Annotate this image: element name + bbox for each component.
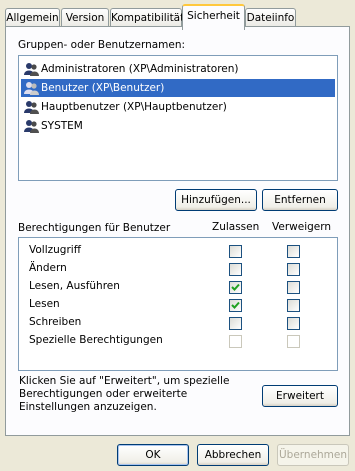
allow-checkbox[interactable] (229, 281, 242, 294)
user-item-benutzer[interactable]: Benutzer (XP\Benutzer) (21, 79, 335, 97)
permission-row-lesen: Lesen (19, 296, 337, 314)
allow-checkbox (229, 335, 242, 348)
permission-name: Vollzugriff (29, 244, 81, 256)
user-group-icon (24, 120, 39, 133)
permission-row-schreiben: Schreiben (19, 314, 337, 332)
permission-name: Lesen (29, 298, 60, 310)
user-group-icon (24, 101, 39, 114)
cancel-button[interactable]: Abbrechen (197, 444, 269, 466)
user-item-label: Hauptbenutzer (XP\Hauptbenutzer) (41, 101, 227, 113)
permission-row-vollzugriff: Vollzugriff (19, 242, 337, 260)
user-item-system[interactable]: SYSTEM (21, 117, 335, 135)
tab-kompatibilitaet[interactable]: Kompatibilität (110, 8, 184, 26)
allow-checkbox[interactable] (229, 299, 242, 312)
apply-button[interactable]: Übernehmen (277, 444, 349, 466)
deny-checkbox[interactable] (287, 263, 300, 276)
advanced-button[interactable]: Erweitert (262, 385, 338, 407)
deny-checkbox[interactable] (287, 281, 300, 294)
allow-checkbox[interactable] (229, 245, 242, 258)
permission-name: Lesen, Ausführen (29, 280, 120, 292)
permissions-title: Berechtigungen für Benutzer (18, 222, 171, 234)
allow-checkbox[interactable] (229, 317, 242, 330)
checkmark-icon (231, 283, 240, 291)
advanced-hint: Klicken Sie auf "Erweitert", um speziell… (19, 375, 230, 413)
remove-button[interactable]: Entfernen (262, 189, 338, 211)
permission-name: Spezielle Berechtigungen (29, 334, 163, 346)
user-item-administratoren[interactable]: Administratoren (XP\Administratoren) (21, 60, 335, 78)
allow-checkbox[interactable] (229, 263, 242, 276)
user-item-label: SYSTEM (41, 120, 83, 132)
checkmark-icon (231, 301, 240, 309)
user-group-icon (24, 63, 39, 76)
add-button[interactable]: Hinzufügen... (175, 189, 257, 211)
user-listbox[interactable]: Administratoren (XP\Administratoren) Ben… (18, 55, 338, 181)
ok-button[interactable]: OK (117, 444, 189, 466)
deny-checkbox (287, 335, 300, 348)
tab-sicherheit[interactable]: Sicherheit (182, 4, 245, 30)
deny-header: Verweigern (272, 221, 332, 233)
permission-name: Schreiben (29, 316, 82, 328)
permissions-list: Vollzugriff Ändern Lesen, Ausführen Lese… (18, 237, 338, 371)
tab-dateiinfo[interactable]: Dateiinfo (245, 8, 296, 26)
tab-version[interactable]: Version (61, 8, 109, 26)
deny-checkbox[interactable] (287, 245, 300, 258)
permission-name: Ändern (29, 262, 67, 274)
tab-strip: Allgemein Version Kompatibilität Sicherh… (5, 4, 350, 30)
user-item-label: Benutzer (XP\Benutzer) (41, 82, 165, 94)
tab-allgemein[interactable]: Allgemein (5, 8, 60, 26)
allow-header: Zulassen (212, 221, 260, 233)
user-group-icon (24, 82, 39, 95)
deny-checkbox[interactable] (287, 299, 300, 312)
deny-checkbox[interactable] (287, 317, 300, 330)
security-panel: Gruppen- oder Benutzernamen: Administrat… (5, 26, 350, 436)
groups-label: Gruppen- oder Benutzernamen: (18, 39, 186, 51)
user-item-label: Administratoren (XP\Administratoren) (41, 63, 239, 75)
permission-row-aendern: Ändern (19, 260, 337, 278)
permission-row-lesen-ausfuehren: Lesen, Ausführen (19, 278, 337, 296)
permission-row-spezielle: Spezielle Berechtigungen (19, 332, 337, 350)
user-item-hauptbenutzer[interactable]: Hauptbenutzer (XP\Hauptbenutzer) (21, 98, 335, 116)
